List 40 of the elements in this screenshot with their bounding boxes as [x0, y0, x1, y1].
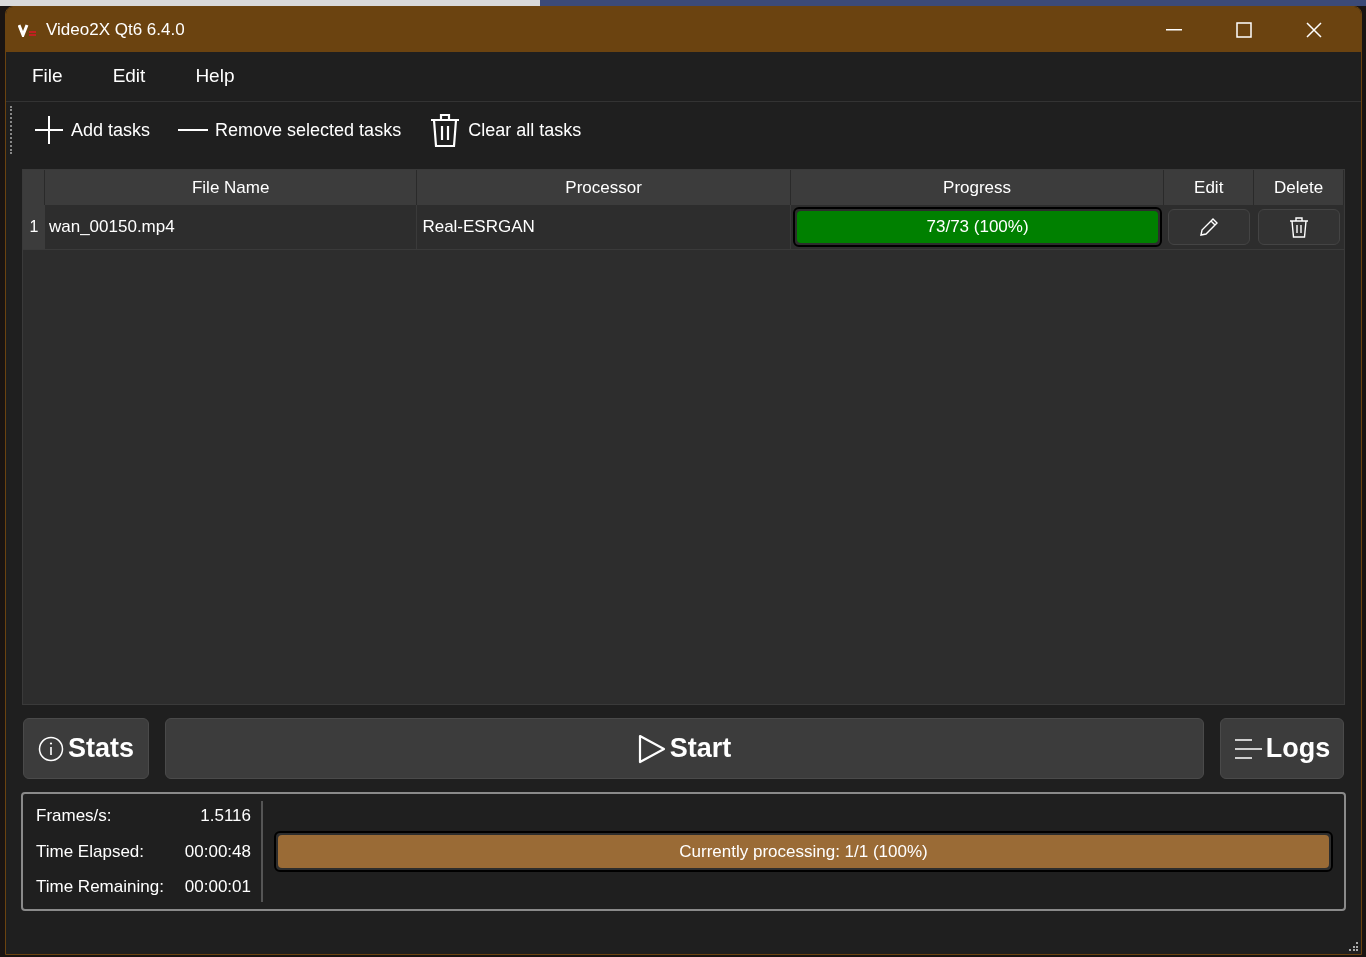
column-header: File Name	[44, 170, 418, 205]
menu-item[interactable]: File	[16, 62, 79, 91]
menu-item[interactable]: Edit	[96, 62, 162, 91]
progress-text: Currently processing: 1/1 (100%)	[678, 840, 929, 863]
row-number: 1	[23, 205, 45, 249]
column-header: Delete	[1254, 170, 1344, 205]
stat-label: Frames/s:	[36, 805, 112, 828]
resize-grip-icon	[1349, 942, 1359, 952]
stat-label: Time Remaining:	[36, 876, 164, 899]
minimize-icon	[1166, 28, 1182, 31]
delete-button[interactable]	[1258, 209, 1341, 245]
lines-icon	[1233, 738, 1262, 759]
stat-label: Time Elapsed:	[36, 840, 145, 863]
toolbar-button[interactable]: Add tasks	[34, 115, 151, 145]
column-header: Edit	[1164, 170, 1255, 205]
stat-value: 00:00:01	[184, 876, 251, 899]
maximize-icon	[1236, 21, 1252, 38]
table-cell: wan_00150.mp4	[44, 205, 418, 249]
info-icon	[38, 735, 64, 762]
trash-icon	[1289, 216, 1310, 238]
plus-icon	[34, 115, 64, 145]
start-button[interactable]: Start	[165, 718, 1204, 779]
stat-value: 00:00:48	[184, 840, 251, 863]
stats-button[interactable]: Stats	[23, 718, 149, 779]
edit-button[interactable]	[1168, 209, 1251, 245]
play-icon	[637, 733, 666, 764]
toolbar-button[interactable]: Remove selected tasks	[178, 116, 402, 144]
menu-item[interactable]: Help	[179, 62, 251, 91]
window-title: Video2X Qt6 6.4.0	[46, 18, 185, 41]
app-logo-icon	[18, 22, 38, 37]
column-header: Progress	[790, 170, 1165, 205]
trash-icon	[429, 112, 462, 148]
toolbar-button[interactable]: Clear all tasks	[429, 112, 582, 148]
minus-icon	[178, 129, 209, 131]
logs-button[interactable]: Logs	[1220, 718, 1344, 779]
table-cell: Real-ESRGAN	[417, 205, 791, 249]
column-header: Processor	[417, 170, 791, 205]
close-icon	[1306, 21, 1322, 38]
stat-value: 1.5116	[200, 805, 251, 828]
progress-text: 73/73 (100%)	[925, 216, 1030, 239]
